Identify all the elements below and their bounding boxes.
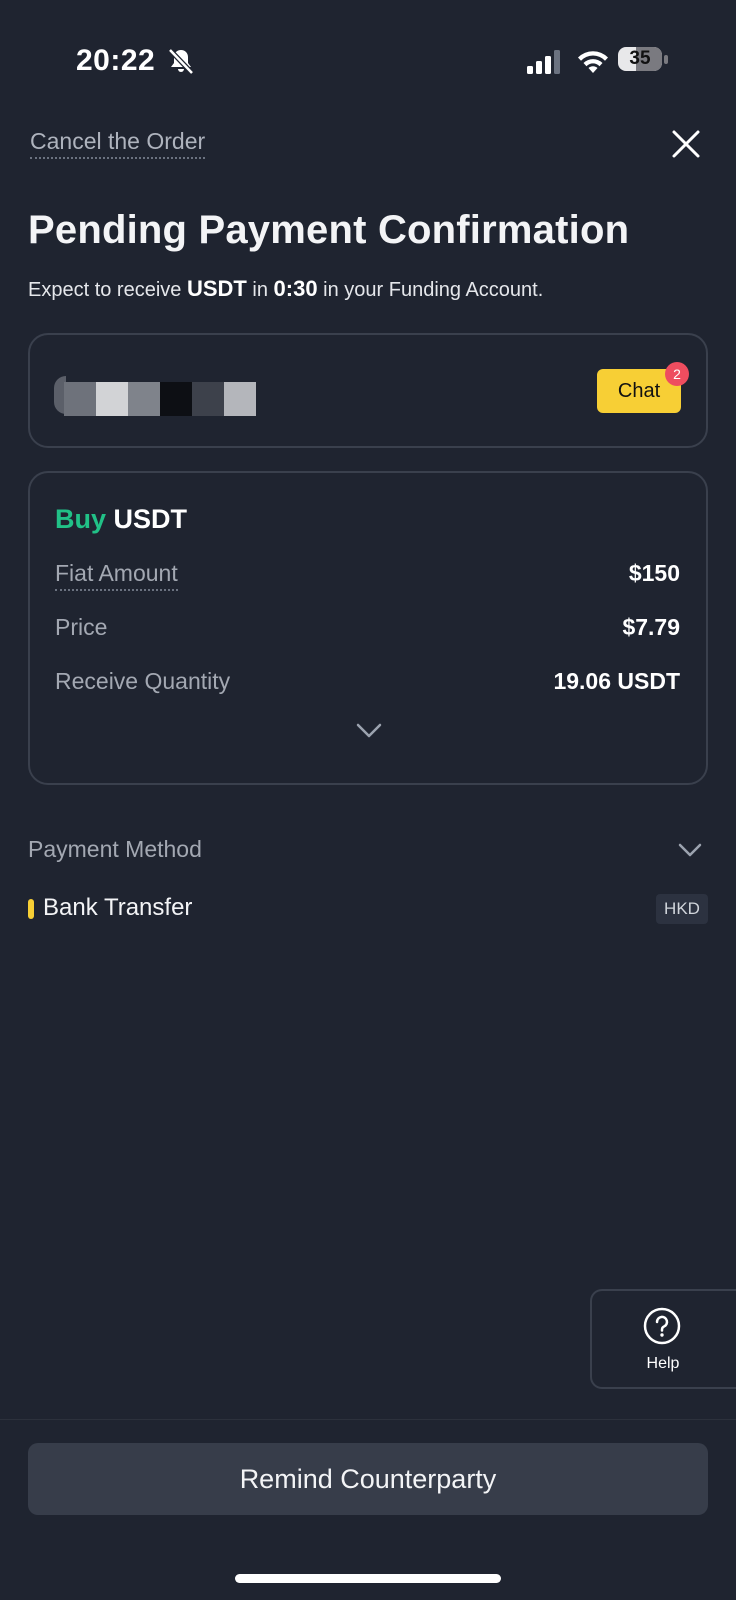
subtitle-asset: USDT (186, 276, 247, 301)
chevron-down-icon[interactable] (356, 723, 382, 739)
page-subtitle: Expect to receive USDT in 0:30 in your F… (28, 276, 544, 301)
status-time: 20:22 (76, 44, 156, 77)
home-indicator[interactable] (235, 1574, 501, 1583)
currency-tag: HKD (656, 894, 708, 924)
question-circle-icon[interactable] (643, 1307, 681, 1345)
fiat-amount-label[interactable]: Fiat Amount (55, 560, 178, 591)
bell-slash-icon (168, 48, 194, 75)
help-label[interactable]: Help (590, 1355, 736, 1373)
payment-method-indicator (28, 899, 34, 919)
close-icon[interactable] (670, 128, 702, 160)
battery-icon: 35 (618, 47, 670, 73)
cancel-order-link[interactable]: Cancel the Order (30, 128, 206, 159)
battery-level: 35 (629, 48, 651, 69)
chat-unread-badge: 2 (665, 362, 689, 386)
price-label: Price (55, 614, 108, 640)
order-asset: USDT (113, 504, 188, 534)
payment-method-chevron-icon[interactable] (678, 843, 702, 858)
footer-divider (0, 1419, 736, 1420)
payment-method-label: Payment Method (28, 836, 202, 862)
remind-counterparty-button[interactable]: Remind Counterparty (28, 1443, 708, 1515)
order-heading: Buy USDT (55, 504, 187, 535)
order-side: Buy (55, 504, 107, 534)
price-value: $7.79 (622, 614, 680, 640)
fiat-amount-value: $150 (628, 560, 680, 586)
receive-quantity-value: 19.06 USDT (553, 668, 680, 694)
receive-quantity-label: Receive Quantity (55, 668, 231, 694)
subtitle-countdown: 0:30 (273, 276, 318, 301)
payment-method-name: Bank Transfer (43, 894, 193, 921)
page-title: Pending Payment Confirmation (28, 208, 630, 252)
wifi-icon (578, 51, 608, 73)
cellular-signal-icon (527, 50, 560, 74)
